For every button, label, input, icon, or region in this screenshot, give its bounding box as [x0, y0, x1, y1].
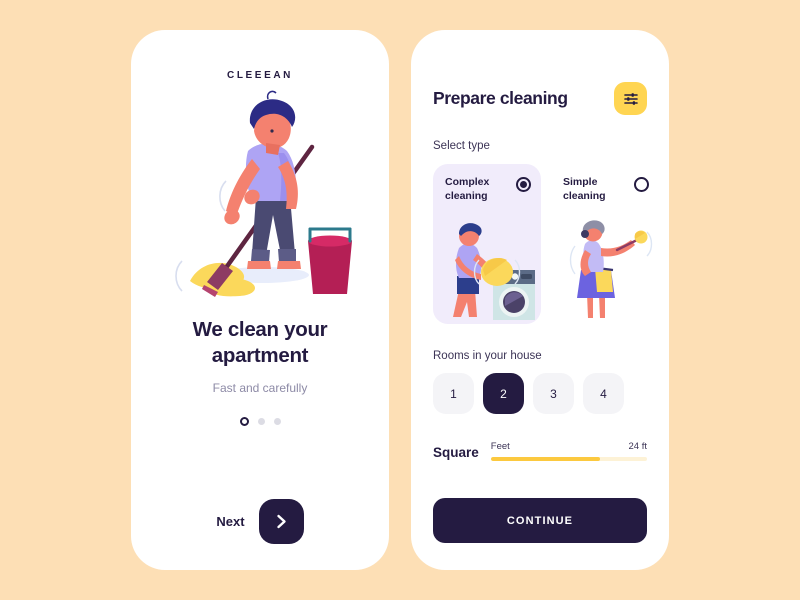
- radio-simple-cleaning[interactable]: [634, 177, 649, 192]
- screenshot-root: CLEEEAN We clean your apartment Fast and…: [0, 0, 800, 600]
- type-option-complex-head: Complex cleaning: [445, 176, 531, 204]
- type-option-simple-art: [551, 216, 659, 324]
- square-slider[interactable]: Feet 24 ft: [490, 441, 647, 461]
- app-logo-text: CLEEEAN: [227, 70, 293, 81]
- square-slider-track[interactable]: [490, 457, 647, 461]
- pagination-dot-2[interactable]: [257, 418, 265, 426]
- filter-button[interactable]: [614, 82, 647, 115]
- square-value-label: 24 ft: [628, 441, 648, 452]
- next-button[interactable]: [258, 499, 304, 544]
- pagination-dot-1[interactable]: [239, 417, 249, 427]
- room-button-1[interactable]: 1: [433, 373, 474, 414]
- square-slider-labels: Feet 24 ft: [491, 441, 647, 452]
- radio-complex-pip: [520, 181, 527, 188]
- room-button-2[interactable]: 2: [483, 373, 524, 414]
- man-with-laundry-basket-and-washing-machine-illustration: [453, 223, 535, 320]
- continue-button[interactable]: CONTINUE: [433, 498, 647, 543]
- onboarding-screen: CLEEEAN We clean your apartment Fast and…: [131, 30, 389, 570]
- hero-illustration: [131, 89, 389, 309]
- type-option-complex[interactable]: Complex cleaning: [433, 164, 541, 324]
- type-options: Complex cleaning Simple cleaning: [433, 164, 653, 324]
- type-option-gap: [541, 164, 551, 324]
- square-unit-label: Feet: [490, 441, 510, 452]
- type-simple-line2: cleaning: [563, 189, 606, 202]
- sliders-filter-icon: [623, 92, 638, 105]
- type-option-simple-head: Simple cleaning: [563, 176, 649, 204]
- pagination-dot-3[interactable]: [273, 418, 281, 426]
- room-button-4[interactable]: 4: [583, 373, 624, 414]
- square-slider-fill: [490, 457, 601, 461]
- type-option-simple-label: Simple cleaning: [563, 176, 606, 204]
- square-slider-row: Square Feet 24 ft: [433, 441, 647, 461]
- chevron-right-icon: [276, 514, 286, 529]
- type-option-simple[interactable]: Simple cleaning: [551, 164, 659, 324]
- woman-with-duster-illustration: [569, 220, 653, 318]
- type-simple-line1: Simple: [563, 176, 598, 188]
- type-complex-line2: cleaning: [445, 189, 488, 202]
- select-type-label: Select type: [433, 140, 490, 152]
- type-option-complex-label: Complex cleaning: [445, 176, 489, 204]
- pagination-dots: [131, 417, 389, 427]
- next-label: Next: [216, 514, 245, 529]
- room-button-3[interactable]: 3: [533, 373, 574, 414]
- person-mopping-floor-illustration: [175, 90, 352, 297]
- type-complex-line1: Complex: [445, 176, 490, 188]
- page-subtitle: Fast and carefully: [212, 381, 308, 396]
- next-control-row: Next: [131, 499, 389, 544]
- prepare-cleaning-screen: Prepare cleaning Select type Complex cle…: [411, 30, 669, 570]
- rooms-options: 1 2 3 4: [433, 373, 647, 414]
- header-row: Prepare cleaning: [433, 82, 647, 115]
- radio-complex-cleaning[interactable]: [516, 177, 531, 192]
- screen-title: Prepare cleaning: [433, 88, 568, 108]
- rooms-label: Rooms in your house: [433, 350, 542, 362]
- page-title: We clean your apartment: [192, 318, 328, 368]
- type-option-complex-art: [433, 216, 541, 324]
- square-label: Square: [433, 445, 479, 460]
